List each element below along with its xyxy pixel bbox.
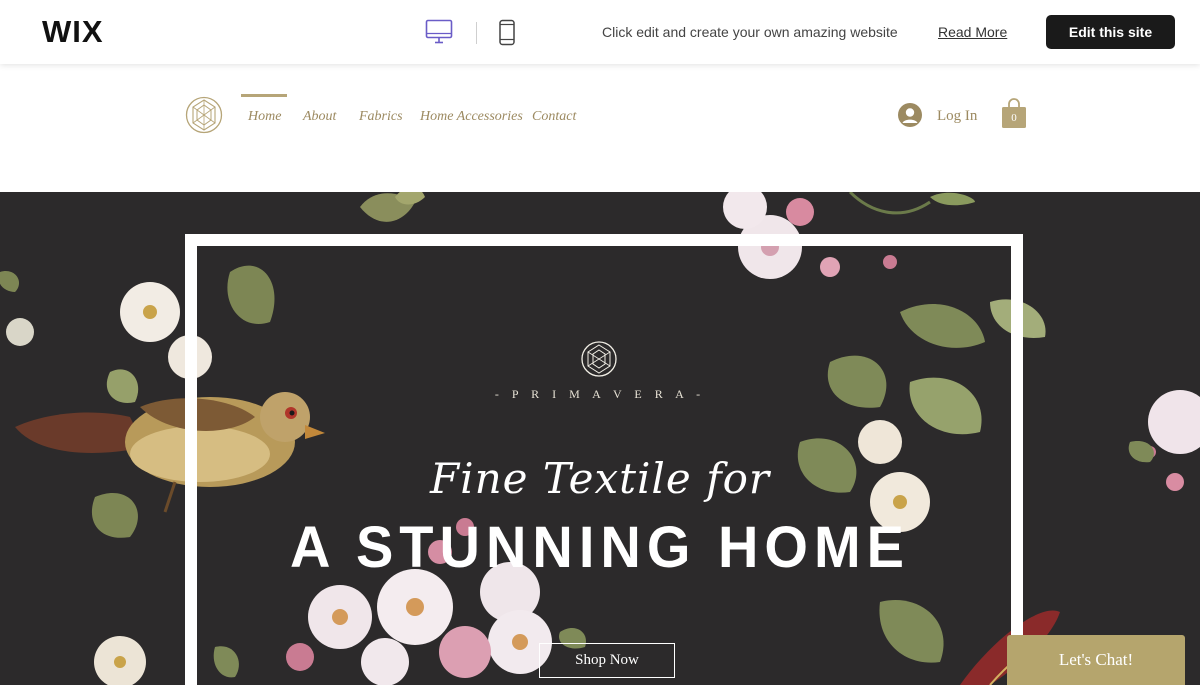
diamond-logo-icon[interactable] [185, 96, 223, 134]
login-link[interactable]: Log In [937, 108, 977, 125]
read-more-link[interactable]: Read More [938, 24, 1007, 40]
shop-now-button[interactable]: Shop Now [539, 643, 675, 678]
edit-site-button[interactable]: Edit this site [1046, 15, 1175, 49]
wix-logo[interactable]: WIX [42, 14, 104, 50]
nav-active-indicator [241, 94, 287, 97]
nav-item-about[interactable]: About [303, 109, 336, 125]
hero-title: A STUNNING HOME [290, 513, 910, 580]
nav-item-contact[interactable]: Contact [532, 109, 576, 125]
wix-top-bar: WIX Click edit and create your own amazi… [0, 0, 1200, 64]
nav-item-home[interactable]: Home [248, 109, 281, 125]
brand-name: - P R I M A V E R A - [494, 387, 706, 401]
hero-script-line: Fine Textile for [430, 454, 770, 503]
device-divider [476, 22, 477, 44]
hero-section: - P R I M A V E R A - Fine Textile for A… [0, 192, 1200, 685]
leaves-top-left [360, 192, 425, 222]
promo-text: Click edit and create your own amazing w… [602, 24, 898, 40]
cart-count: 0 [1011, 112, 1017, 124]
site-header: Home About Fabrics Home Accessories Cont… [0, 64, 1200, 192]
primavera-emblem-icon [581, 341, 617, 377]
mobile-icon[interactable] [498, 19, 516, 47]
lets-chat-button[interactable]: Let's Chat! [1007, 635, 1185, 685]
nav-item-home-accessories[interactable]: Home Accessories [420, 109, 523, 125]
nav-item-fabrics[interactable]: Fabrics [359, 109, 403, 125]
user-avatar-icon[interactable] [898, 103, 922, 127]
desktop-icon[interactable] [425, 19, 453, 45]
